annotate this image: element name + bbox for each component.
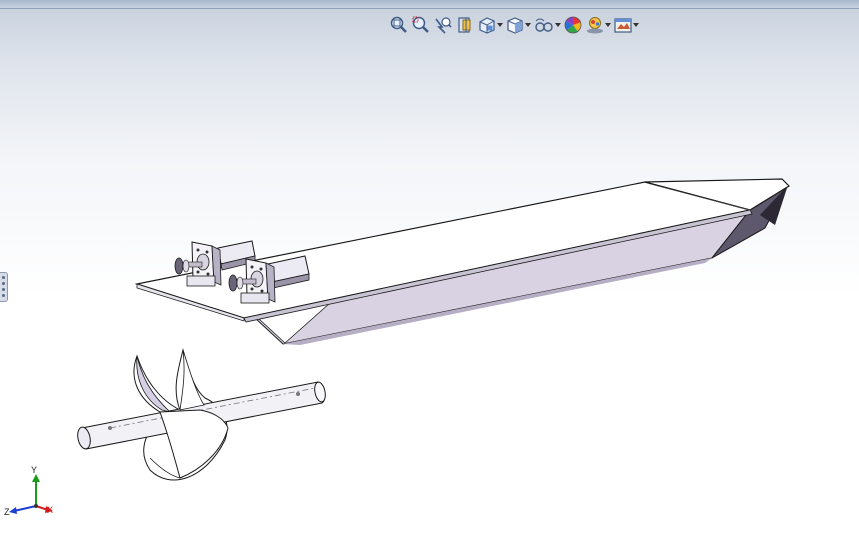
graphics-area[interactable]: Y Z X — [0, 0, 859, 537]
auger-screw-part[interactable] — [76, 348, 327, 481]
triad-z-label: Z — [4, 507, 10, 517]
triad-y-label: Y — [31, 465, 38, 475]
reference-triad: Y Z X — [0, 460, 60, 525]
model-view[interactable] — [0, 0, 859, 537]
triad-x-label: X — [47, 505, 54, 515]
